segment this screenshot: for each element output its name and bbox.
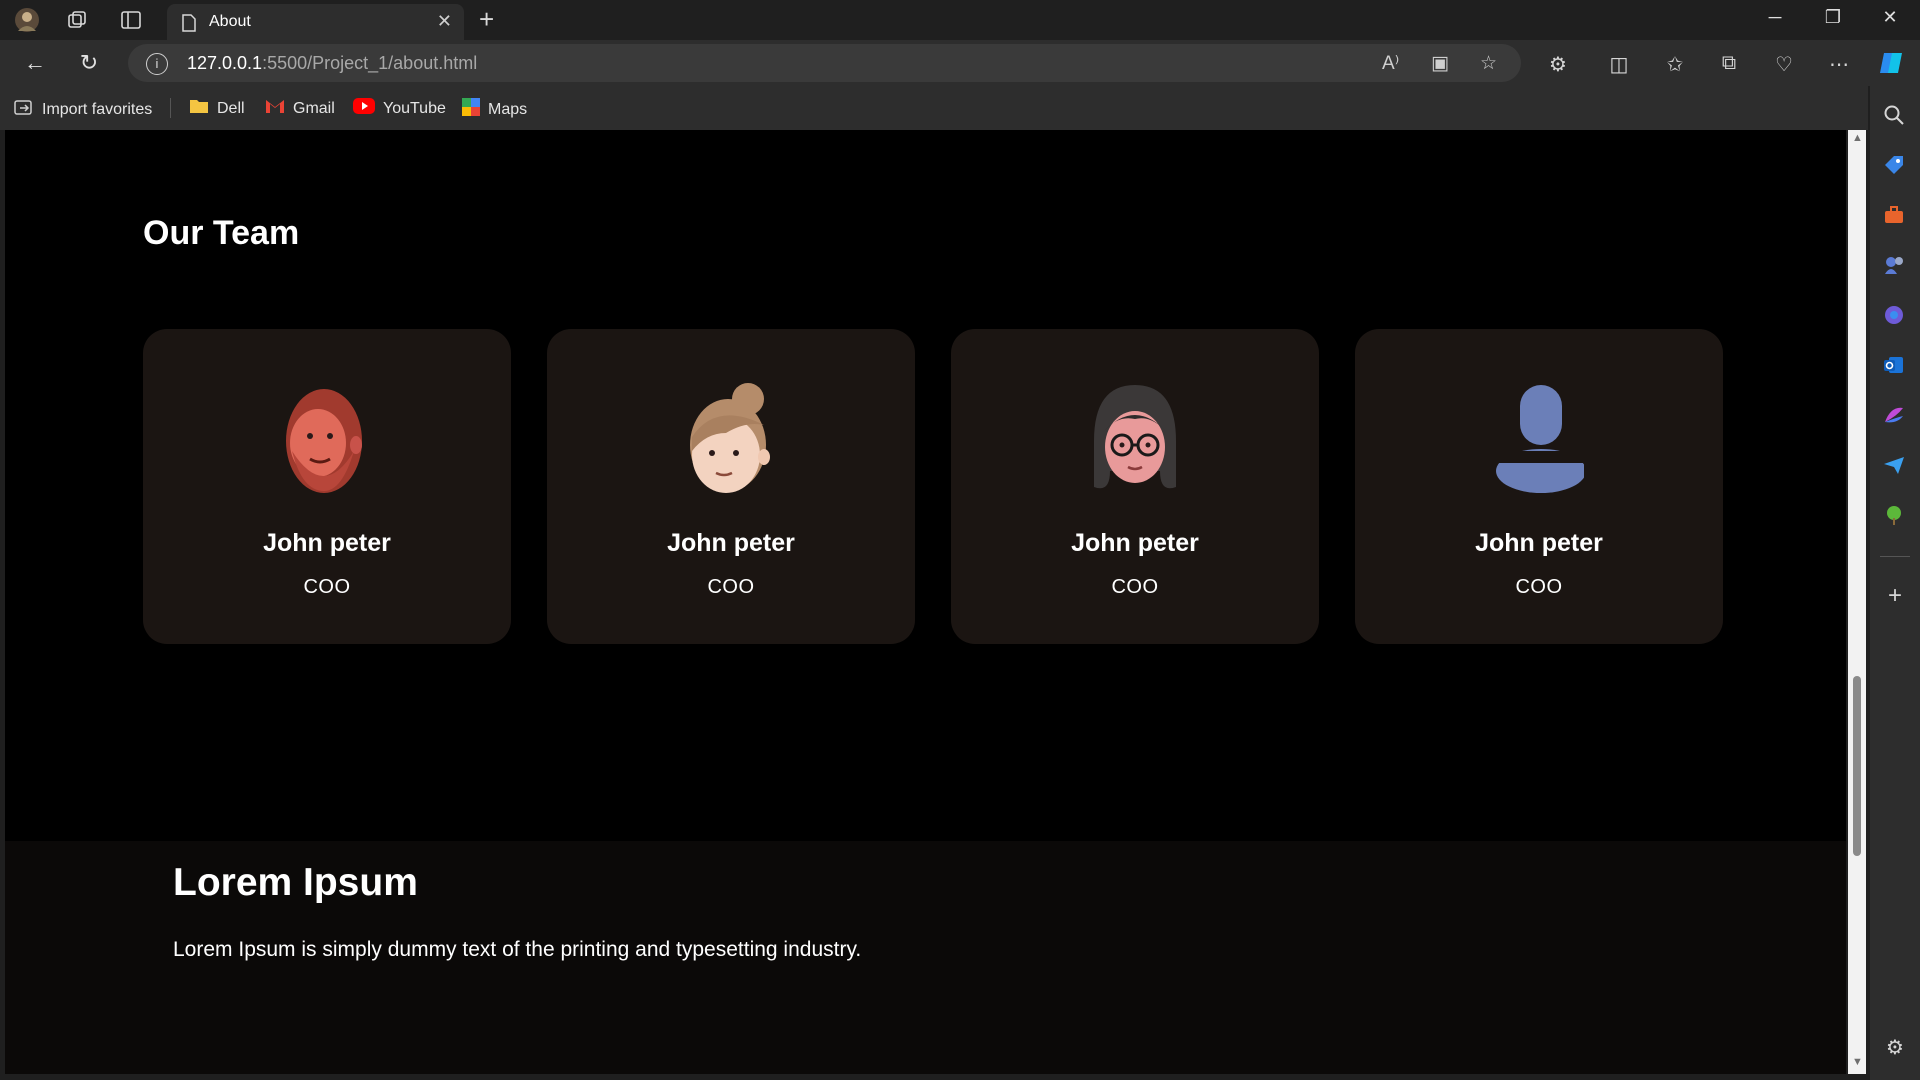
games-icon[interactable] bbox=[1883, 254, 1907, 278]
member-name: John peter bbox=[667, 529, 795, 557]
default-user-avatar bbox=[1494, 385, 1584, 493]
split-screen-icon[interactable]: ◫ bbox=[1605, 52, 1633, 77]
scrollbar-thumb[interactable] bbox=[1853, 676, 1861, 856]
favorites-bar: Import favorites Dell Gmail YouTube Maps bbox=[0, 86, 1868, 130]
close-window-icon[interactable]: ✕ bbox=[1875, 7, 1905, 28]
navigation-bar: ← ↻ i 127.0.0.1:5500/Project_1/about.htm… bbox=[0, 40, 1920, 86]
favorite-label: Dell bbox=[217, 99, 245, 117]
favorite-label: YouTube bbox=[383, 99, 446, 117]
tab-title: About bbox=[209, 13, 251, 30]
close-icon[interactable]: ✕ bbox=[437, 11, 452, 32]
favorite-label: Maps bbox=[488, 100, 528, 118]
window-bottom-edge bbox=[0, 1074, 1868, 1080]
favorite-youtube[interactable]: YouTube bbox=[353, 98, 446, 119]
browser-essentials-icon[interactable]: ♡ bbox=[1770, 52, 1798, 77]
team-card: John peter COO bbox=[951, 329, 1319, 644]
scroll-up-arrow-icon[interactable]: ▲ bbox=[1852, 132, 1863, 144]
profile-avatar-icon[interactable] bbox=[14, 8, 40, 32]
team-card: John peter COO bbox=[1355, 329, 1723, 644]
workspaces-icon[interactable] bbox=[64, 8, 90, 32]
tools-icon[interactable] bbox=[1883, 204, 1907, 228]
member-role: COO bbox=[1111, 576, 1159, 598]
maps-icon bbox=[462, 98, 480, 121]
gmail-icon bbox=[265, 98, 285, 119]
member-name: John peter bbox=[1071, 529, 1199, 557]
favorite-star-icon[interactable]: ☆ bbox=[1480, 52, 1497, 75]
scroll-down-arrow-icon[interactable]: ▼ bbox=[1852, 1056, 1863, 1068]
sidebar-divider bbox=[1880, 556, 1910, 557]
edge-sidebar: + ⚙ bbox=[1870, 86, 1920, 1080]
member-role: COO bbox=[303, 576, 351, 598]
more-options-icon[interactable]: ⋯ bbox=[1825, 52, 1853, 77]
lorem-title: Lorem Ipsum bbox=[173, 861, 418, 904]
search-icon[interactable] bbox=[1883, 104, 1907, 128]
site-info-icon[interactable]: i bbox=[146, 53, 168, 75]
bun-hair-avatar bbox=[690, 383, 770, 493]
team-card: John peter COO bbox=[143, 329, 511, 644]
tree-icon[interactable] bbox=[1883, 504, 1907, 528]
copilot-apps-icon[interactable] bbox=[1883, 304, 1907, 328]
add-icon[interactable]: + bbox=[1883, 584, 1907, 608]
address-bar[interactable]: i 127.0.0.1:5500/Project_1/about.html A⁾… bbox=[128, 44, 1521, 82]
favorite-label: Gmail bbox=[293, 99, 335, 117]
page-icon bbox=[182, 14, 196, 32]
folder-icon bbox=[189, 98, 209, 119]
favorites-icon[interactable]: ✩ bbox=[1661, 52, 1689, 77]
page-scrollbar[interactable]: ▲ ▼ bbox=[1848, 130, 1866, 1074]
member-name: John peter bbox=[1475, 529, 1603, 557]
designer-icon[interactable] bbox=[1883, 404, 1907, 428]
collections-icon[interactable]: ⧉ bbox=[1715, 52, 1743, 75]
youtube-icon bbox=[353, 98, 375, 119]
favorites-divider bbox=[170, 98, 171, 118]
bearded-man-avatar bbox=[286, 389, 362, 493]
page-viewport: Our Team John peter COO John peter COO J… bbox=[5, 130, 1846, 1074]
minimize-icon[interactable]: ─ bbox=[1760, 7, 1790, 28]
shopping-tag-icon[interactable] bbox=[1883, 154, 1907, 178]
favorite-dell[interactable]: Dell bbox=[189, 98, 245, 119]
immersive-reader-icon[interactable]: ▣ bbox=[1431, 52, 1449, 75]
team-card: John peter COO bbox=[547, 329, 915, 644]
tab-about[interactable]: About ✕ bbox=[167, 4, 464, 40]
member-role: COO bbox=[707, 576, 755, 598]
title-bar: About ✕ + ─ ❐ ✕ bbox=[0, 0, 1920, 40]
outlook-icon[interactable] bbox=[1883, 354, 1907, 378]
extensions-icon[interactable]: ⚙ bbox=[1544, 52, 1572, 77]
lorem-paragraph: Lorem Ipsum is simply dummy text of the … bbox=[173, 938, 862, 961]
url-text[interactable]: 127.0.0.1:5500/Project_1/about.html bbox=[187, 53, 477, 74]
url-path: :5500/Project_1/about.html bbox=[262, 53, 478, 73]
url-host: 127.0.0.1 bbox=[187, 53, 263, 73]
read-aloud-icon[interactable]: A⁾ bbox=[1382, 52, 1399, 75]
team-section-title: Our Team bbox=[143, 214, 300, 252]
lorem-section: Lorem Ipsum Lorem Ipsum is simply dummy … bbox=[5, 841, 1846, 1074]
favorite-label: Import favorites bbox=[42, 100, 153, 118]
import-favorites-icon bbox=[14, 98, 34, 121]
copilot-icon[interactable] bbox=[1878, 49, 1906, 83]
glasses-woman-avatar bbox=[1094, 385, 1176, 489]
refresh-icon[interactable]: ↻ bbox=[72, 49, 106, 77]
restore-icon[interactable]: ❐ bbox=[1818, 7, 1848, 28]
new-tab-button[interactable]: + bbox=[479, 6, 494, 32]
back-arrow-icon[interactable]: ← bbox=[18, 49, 52, 77]
favorite-gmail[interactable]: Gmail bbox=[265, 98, 335, 119]
tab-actions-icon[interactable] bbox=[118, 8, 144, 32]
send-icon[interactable] bbox=[1883, 454, 1907, 478]
settings-gear-icon[interactable]: ⚙ bbox=[1883, 1036, 1907, 1060]
favorite-maps[interactable]: Maps bbox=[462, 98, 527, 121]
member-name: John peter bbox=[263, 529, 391, 557]
favorite-import[interactable]: Import favorites bbox=[14, 98, 152, 121]
member-role: COO bbox=[1515, 576, 1563, 598]
